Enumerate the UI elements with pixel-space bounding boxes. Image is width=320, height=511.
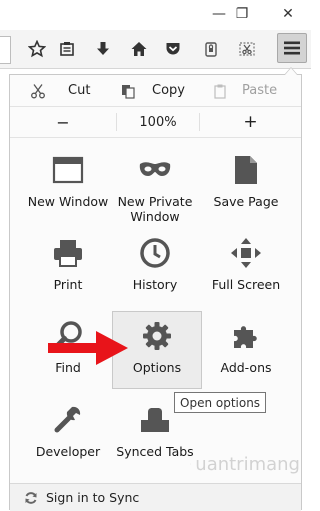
bookmark-button[interactable] xyxy=(24,36,50,62)
printer-icon xyxy=(54,240,82,267)
zoom-in-button[interactable]: + xyxy=(200,107,301,137)
zoom-level: 100% xyxy=(139,114,177,130)
title-bar: — ❐ ✕ xyxy=(0,0,311,30)
gear-icon xyxy=(143,322,171,350)
sync-footer[interactable]: Sign in to Sync xyxy=(10,483,301,511)
tile-label: New Window xyxy=(27,194,109,209)
navigation-toolbar xyxy=(0,30,311,69)
zoom-out-button[interactable]: − xyxy=(10,107,116,137)
minimize-button[interactable]: — xyxy=(208,4,230,24)
tile-label: Full Screen xyxy=(211,277,281,292)
add-ons-button[interactable]: Add-ons xyxy=(201,312,291,390)
star-icon xyxy=(28,40,46,58)
cut-label: Cut xyxy=(68,83,91,98)
reading-list-icon xyxy=(60,42,74,56)
options-tooltip: Open options xyxy=(174,392,267,413)
download-icon xyxy=(97,42,109,55)
tile-label: Developer xyxy=(35,444,101,459)
tile-label: Print xyxy=(53,277,83,292)
mask-icon xyxy=(139,162,171,176)
paste-label: Paste xyxy=(242,83,278,98)
plus-icon: + xyxy=(243,112,258,132)
pocket-button[interactable] xyxy=(160,36,186,62)
tooltip-text: Open options xyxy=(180,395,261,410)
hamburger-icon xyxy=(284,41,300,55)
screenshot-icon xyxy=(239,42,255,56)
save-page-button[interactable]: Save Page xyxy=(201,146,291,224)
home-button[interactable] xyxy=(126,36,152,62)
window-icon xyxy=(52,156,84,184)
scissors-icon xyxy=(31,83,45,98)
sync-icon xyxy=(25,491,37,504)
edit-controls: Cut Copy Paste xyxy=(10,75,301,107)
watermark-text: uantrimang xyxy=(195,453,300,475)
new-window-button[interactable]: New Window xyxy=(23,146,113,224)
sign-in-sync-label: Sign in to Sync xyxy=(46,490,140,505)
tile-label: History xyxy=(132,277,178,292)
downloads-button[interactable] xyxy=(90,36,116,62)
history-button[interactable]: History xyxy=(110,229,200,307)
red-arrow-annotation xyxy=(48,331,128,365)
zoom-reset-button[interactable]: 100% xyxy=(117,107,199,137)
sync-lock-button[interactable] xyxy=(198,36,224,62)
developer-button[interactable]: Developer xyxy=(23,396,113,474)
reading-list-button[interactable] xyxy=(54,36,80,62)
close-button[interactable]: ✕ xyxy=(277,4,299,24)
tile-label: Add-ons xyxy=(220,360,272,375)
full-screen-button[interactable]: Full Screen xyxy=(201,229,291,307)
clock-icon xyxy=(140,238,170,268)
restore-button[interactable]: ❐ xyxy=(231,4,253,24)
watermark-logo: uantrimang xyxy=(190,442,300,486)
new-private-window-button[interactable]: New Private Window xyxy=(110,146,200,224)
puzzle-icon xyxy=(234,326,257,348)
panel-arrow-fill xyxy=(285,68,297,75)
screenshot-button[interactable] xyxy=(234,36,260,62)
paste-button[interactable]: Paste xyxy=(212,75,292,106)
minus-icon: − xyxy=(56,112,70,132)
fullscreen-icon xyxy=(231,238,261,268)
lock-icon xyxy=(205,42,217,57)
tile-label: Save Page xyxy=(213,194,279,209)
tile-label: Options xyxy=(132,360,182,375)
url-bar[interactable] xyxy=(0,36,11,64)
pocket-icon xyxy=(166,43,180,55)
synced-tabs-icon xyxy=(141,408,169,432)
open-menu-button[interactable] xyxy=(277,33,307,63)
tile-label: Synced Tabs xyxy=(116,444,194,459)
wrench-icon xyxy=(54,406,81,433)
copy-button[interactable]: Copy xyxy=(120,75,200,106)
cut-button[interactable]: Cut xyxy=(30,75,110,106)
restore-icon: ❐ xyxy=(235,6,249,22)
close-icon: ✕ xyxy=(282,6,294,22)
home-icon xyxy=(131,42,147,56)
clipboard-icon xyxy=(214,84,226,99)
tile-label: New Private Window xyxy=(117,194,193,224)
copy-icon xyxy=(122,84,135,99)
zoom-controls: − 100% + xyxy=(10,107,301,138)
print-button[interactable]: Print xyxy=(23,229,113,307)
copy-label: Copy xyxy=(152,83,185,98)
watermark-icon xyxy=(190,463,192,465)
minimize-icon: — xyxy=(212,6,226,22)
page-icon xyxy=(235,156,257,184)
